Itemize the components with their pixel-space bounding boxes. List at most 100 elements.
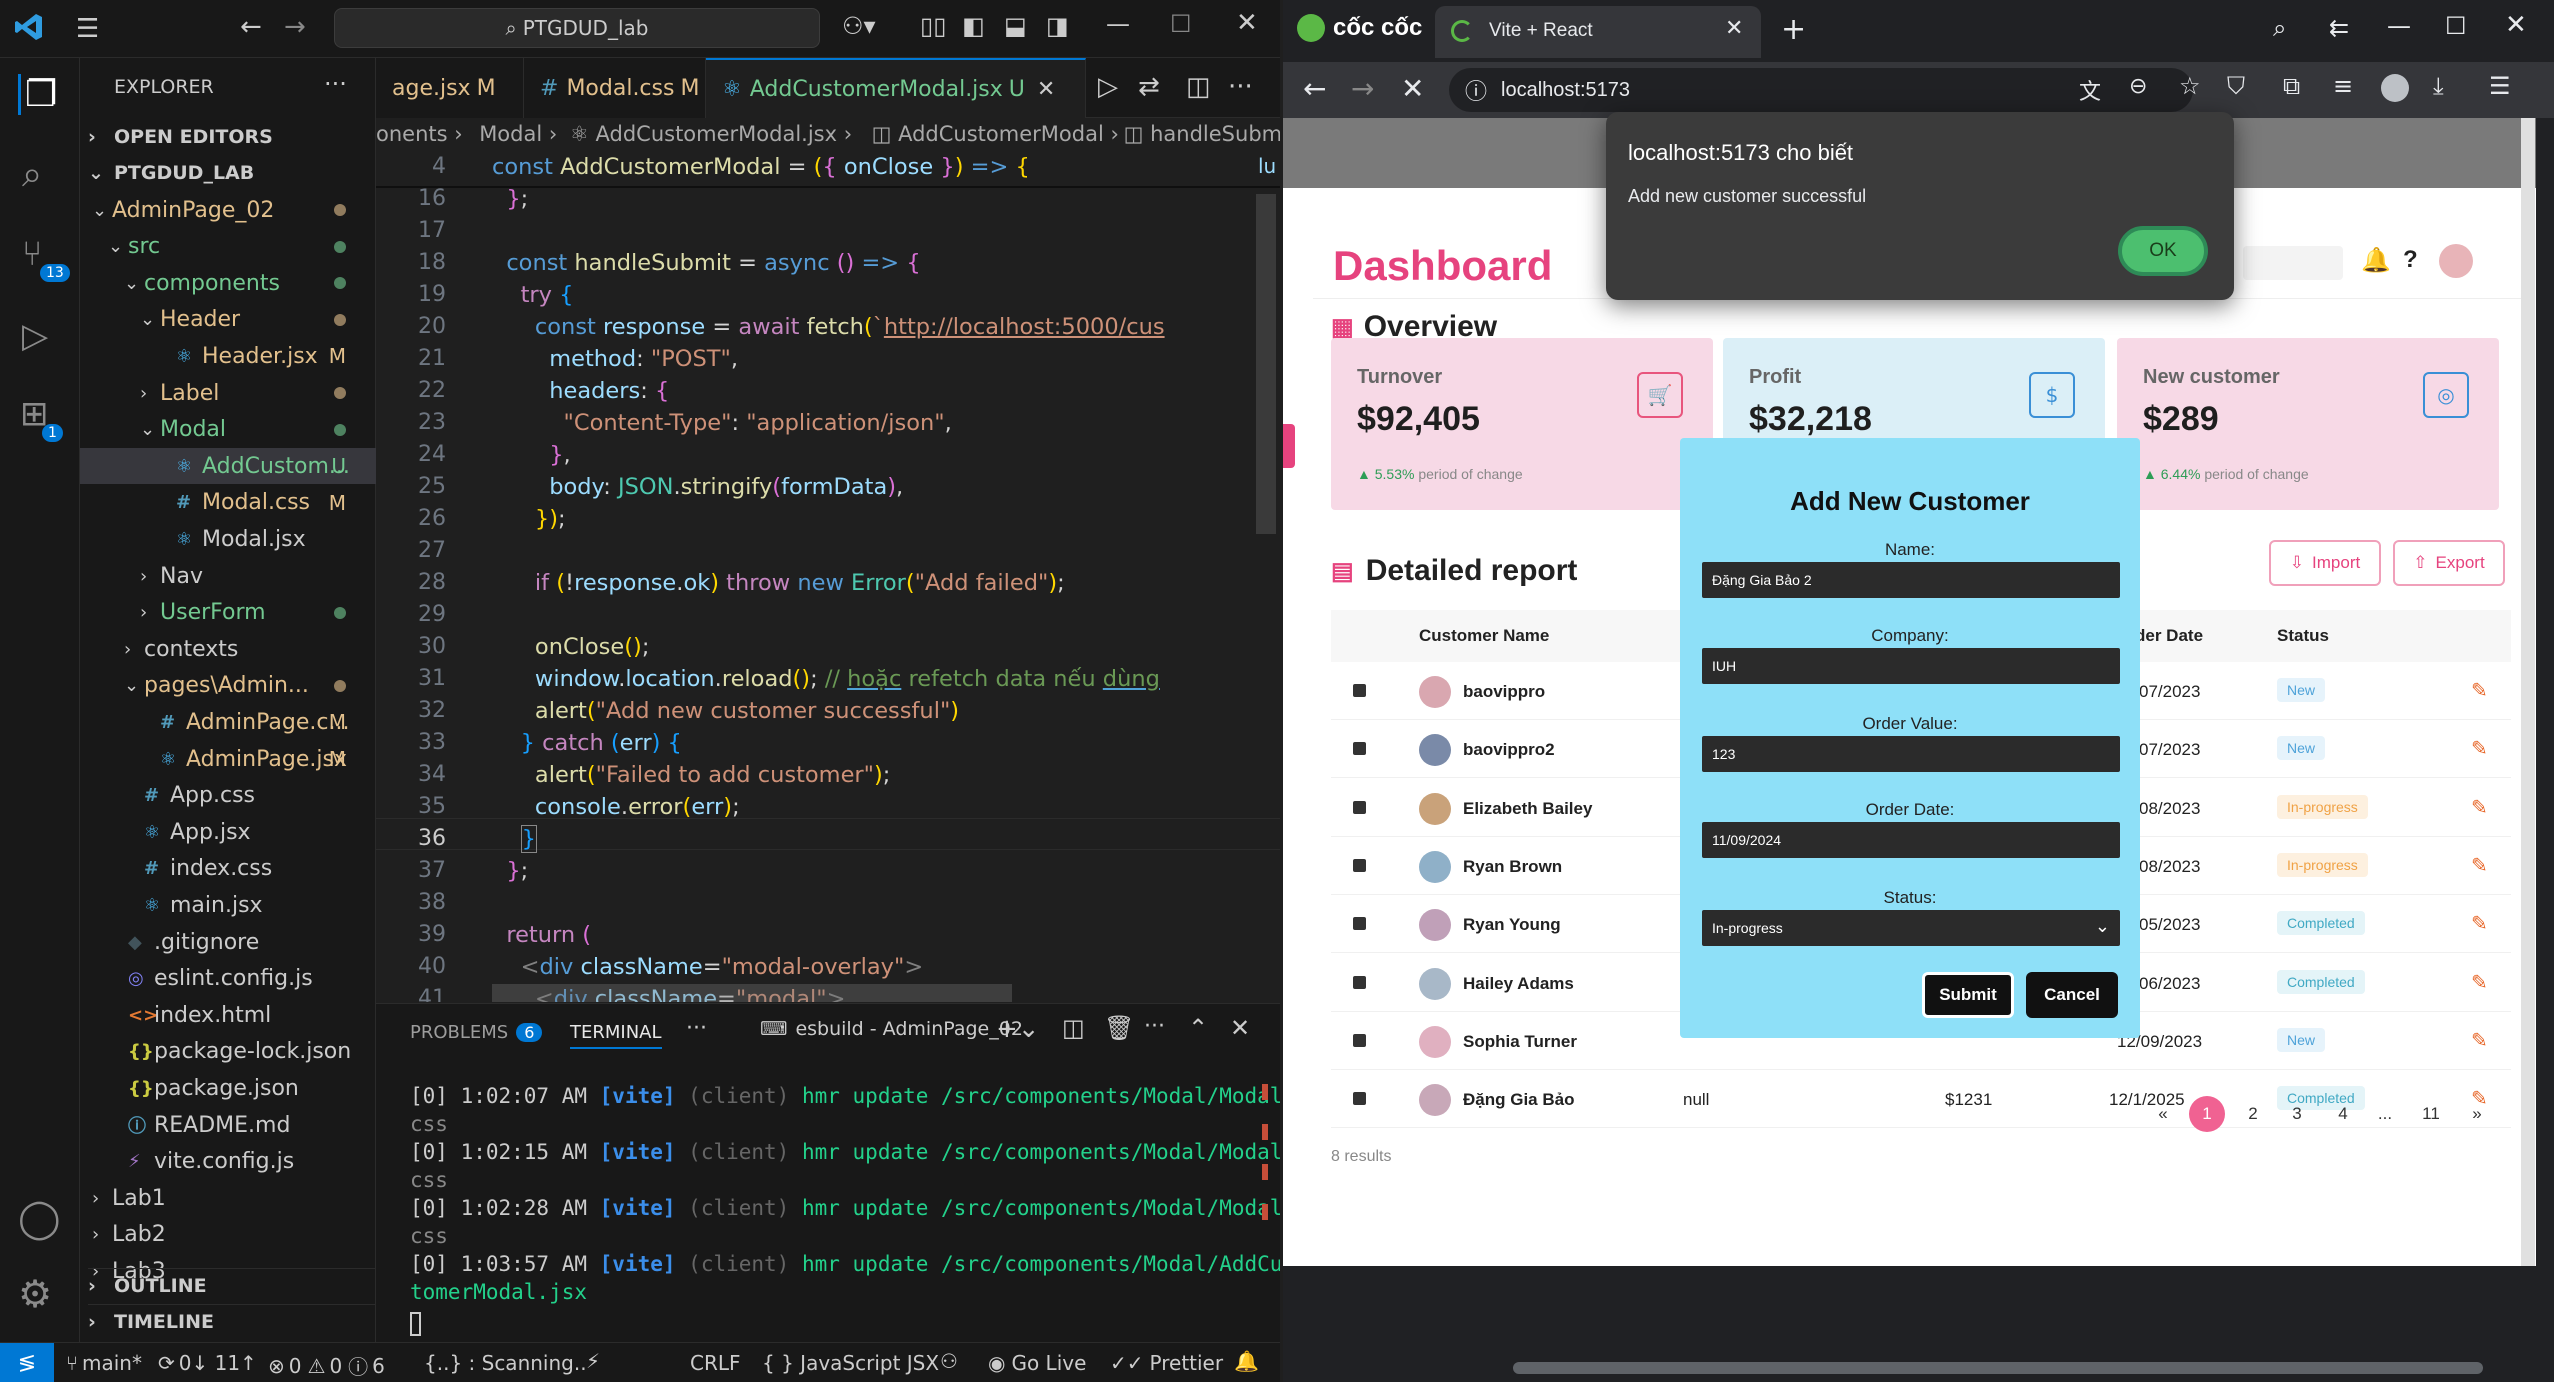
breadcrumb-item[interactable]: onents ›: [376, 122, 463, 146]
edit-pencil-icon[interactable]: ✎: [2471, 911, 2488, 936]
problems-indicator[interactable]: ⊗ 0 ⚠ 0 ⓘ 6: [268, 1351, 385, 1380]
tree-folder[interactable]: ⌄ AdminPage_02: [92, 192, 376, 228]
tree-file[interactable]: ⚛ App.jsx: [124, 814, 376, 850]
status-select[interactable]: In-progress ⌄: [1702, 910, 2120, 946]
command-center[interactable]: ⌕ PTGDUD_lab: [334, 8, 820, 48]
tree-file[interactable]: # AdminPage.c... M: [140, 704, 376, 740]
minimize-icon[interactable]: —: [2387, 12, 2411, 40]
tree-file[interactable]: ⚛ Modal.jsx: [156, 521, 376, 557]
new-terminal-icon[interactable]: +⌄: [996, 1014, 1040, 1044]
row-checkbox[interactable]: [1353, 858, 1366, 872]
tree-folder[interactable]: › Label: [140, 375, 376, 411]
page-button[interactable]: 3: [2279, 1096, 2315, 1132]
sync-indicator[interactable]: ⟳ 0↓ 11↑: [158, 1351, 257, 1375]
download-icon[interactable]: ⤓: [2433, 72, 2444, 100]
tree-file[interactable]: {} package-lock.json: [108, 1034, 376, 1070]
row-checkbox[interactable]: [1353, 975, 1366, 989]
order-date-input[interactable]: 11/09/2024: [1702, 822, 2120, 858]
open-editors-section[interactable]: › OPEN EDITORS: [88, 120, 273, 154]
source-control-icon[interactable]: ⑂: [22, 234, 42, 274]
close-window-icon[interactable]: ✕: [2505, 10, 2527, 40]
tab-terminal[interactable]: TERMINAL: [570, 1022, 662, 1049]
explorer-icon[interactable]: ❐: [18, 74, 57, 115]
tree-file[interactable]: ⚛ Header.jsx M: [156, 338, 376, 374]
horizontal-scrollbar[interactable]: [1513, 1362, 2483, 1374]
editor-tab[interactable]: age.jsx M: [376, 58, 524, 118]
profile-avatar[interactable]: [2381, 74, 2409, 102]
run-debug-icon[interactable]: ▷: [22, 316, 48, 356]
row-checkbox[interactable]: [1353, 917, 1366, 931]
edit-pencil-icon[interactable]: ✎: [2471, 970, 2488, 995]
page-button[interactable]: 4: [2325, 1096, 2361, 1132]
explorer-more-icon[interactable]: ···: [324, 70, 347, 98]
stop-loading-icon[interactable]: ✕: [1401, 72, 1424, 105]
timeline-section[interactable]: › TIMELINE: [88, 1304, 376, 1338]
maximize-icon[interactable]: ☐: [2445, 12, 2467, 40]
tree-file[interactable]: ◆ .gitignore: [108, 924, 376, 960]
tab-problems[interactable]: PROBLEMS 6: [410, 1022, 543, 1043]
edit-pencil-icon[interactable]: ✎: [2471, 678, 2488, 703]
tree-file[interactable]: ⓘ README.md: [108, 1107, 376, 1143]
tab-close-icon[interactable]: ✕: [1725, 16, 1743, 41]
tab-close-icon[interactable]: ✕: [1037, 77, 1055, 102]
page-button[interactable]: 1: [2189, 1096, 2225, 1132]
row-checkbox[interactable]: [1353, 1033, 1366, 1047]
toggle-panel-icon[interactable]: ⬓: [1004, 12, 1027, 40]
browser-scrollbar[interactable]: [2536, 118, 2554, 1382]
alert-ok-button[interactable]: OK: [2118, 226, 2208, 276]
split-editor-icon[interactable]: ◫: [1186, 72, 1211, 102]
tree-folder[interactable]: ⌄ Modal: [140, 412, 376, 448]
row-checkbox[interactable]: [1353, 800, 1366, 814]
tree-folder[interactable]: › contexts: [124, 631, 376, 667]
outline-section[interactable]: › OUTLINE: [88, 1268, 376, 1302]
root-folder-section[interactable]: ⌄ PTGDUD_LAB: [88, 156, 254, 190]
toggle-secondary-sidebar-icon[interactable]: ◨: [1046, 12, 1069, 40]
zoom-icon[interactable]: ⊖: [2129, 74, 2147, 99]
media-control-icon[interactable]: ≡: [2333, 72, 2353, 100]
edit-pencil-icon[interactable]: ✎: [2471, 736, 2488, 761]
language-mode[interactable]: { } JavaScript JSX: [762, 1351, 939, 1375]
back-arrow-icon[interactable]: ←: [240, 12, 262, 42]
help-icon[interactable]: ?: [2403, 246, 2418, 274]
maximize-icon[interactable]: ☐: [1170, 10, 1192, 38]
browser-tab[interactable]: Vite + React ✕: [1435, 6, 1761, 58]
copilot-icon[interactable]: ⚇▾: [842, 12, 876, 40]
notification-bell-icon[interactable]: 🔔: [2361, 246, 2391, 274]
user-avatar[interactable]: [2439, 244, 2473, 278]
tree-file[interactable]: # index.css: [124, 851, 376, 887]
tree-file[interactable]: # Modal.css M: [156, 485, 376, 521]
run-icon[interactable]: ▷: [1098, 72, 1118, 102]
page-button[interactable]: 2: [2235, 1096, 2271, 1132]
tree-folder[interactable]: › Nav: [140, 558, 376, 594]
menu-icon[interactable]: ☰: [76, 14, 99, 44]
tree-folder[interactable]: ⌄ src: [108, 229, 376, 265]
name-input[interactable]: Đặng Gia Bảo 2: [1702, 562, 2120, 598]
terminal-selector[interactable]: ⌨ esbuild - AdminPage_02: [760, 1018, 1023, 1040]
toggle-sidebar-icon[interactable]: ◧: [962, 12, 985, 40]
company-input[interactable]: IUH: [1702, 648, 2120, 684]
close-window-icon[interactable]: ✕: [1236, 8, 1258, 38]
tree-folder[interactable]: ⌄ Header: [140, 302, 376, 338]
next-page-button[interactable]: »: [2459, 1096, 2495, 1132]
horizontal-scrollbar[interactable]: [492, 984, 1012, 1002]
split-terminal-icon[interactable]: ◫: [1062, 1014, 1085, 1042]
layout-customize-icon[interactable]: ▯▯: [920, 12, 946, 40]
settings-gear-icon[interactable]: ⚙: [18, 1272, 52, 1316]
row-checkbox[interactable]: [1353, 684, 1366, 697]
coccoc-logo[interactable]: cốc cốc: [1297, 14, 1422, 42]
edit-pencil-icon[interactable]: ✎: [2471, 853, 2488, 878]
go-live-button[interactable]: ◉ Go Live: [988, 1351, 1086, 1375]
remote-indicator[interactable]: ≶: [0, 1343, 54, 1382]
tree-file[interactable]: {} package.json: [108, 1070, 376, 1106]
breadcrumb-item[interactable]: ⚛ AddCustomerModal.jsx ›: [570, 122, 852, 146]
tree-file[interactable]: ⚛ main.jsx: [124, 887, 376, 923]
bolt-icon[interactable]: ⚡: [586, 1349, 600, 1373]
order-value-input[interactable]: 123: [1702, 736, 2120, 772]
search-box[interactable]: [2243, 246, 2343, 280]
tree-file[interactable]: <> index.html: [108, 997, 376, 1033]
breadcrumb-item[interactable]: ◫ handleSubmit: [1124, 122, 1280, 146]
tree-file[interactable]: ⚛ AddCustom... U: [80, 448, 376, 485]
tree-file[interactable]: ⚛ AdminPage.jsx M: [140, 741, 376, 777]
eol-indicator[interactable]: CRLF: [690, 1351, 741, 1375]
submit-button[interactable]: Submit: [1922, 972, 2014, 1018]
